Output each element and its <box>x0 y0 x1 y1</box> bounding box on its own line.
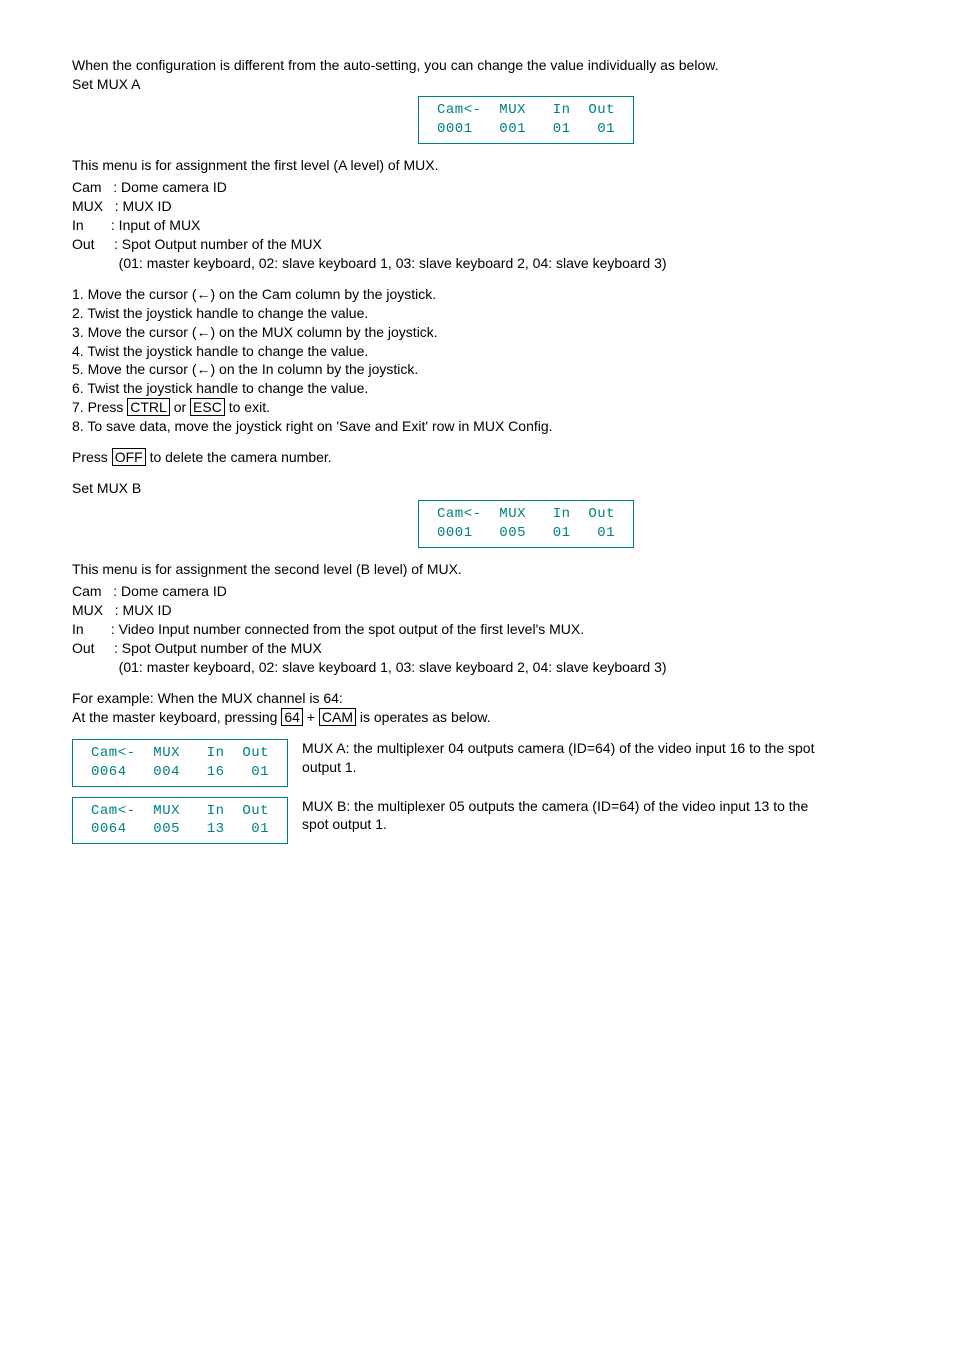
off-pre: Press <box>72 449 112 465</box>
def-b-mux: MUX : MUX ID <box>72 601 882 620</box>
set-mux-a-label: Set MUX A <box>72 75 882 94</box>
def-a-out-detail: (01: master keyboard, 02: slave keyboard… <box>72 254 882 273</box>
mux-a-header: Cam<- MUX In Out <box>437 102 615 118</box>
step-6: 6. Twist the joystick handle to change t… <box>72 379 882 398</box>
def-a-out: Out : Spot Output number of the MUX <box>72 235 882 254</box>
example-a-header: Cam<- MUX In Out <box>91 745 269 761</box>
definitions-a: Cam : Dome camera ID MUX : MUX ID In : I… <box>72 178 882 272</box>
example-line-pre: At the master keyboard, pressing <box>72 709 281 725</box>
esc-key: ESC <box>190 398 225 416</box>
off-instruction: Press OFF to delete the camera number. <box>72 448 882 467</box>
example-b-header: Cam<- MUX In Out <box>91 803 269 819</box>
example-line: At the master keyboard, pressing 64 + CA… <box>72 708 882 727</box>
step-8: 8. To save data, move the joystick right… <box>72 417 882 436</box>
cam-key: CAM <box>319 708 356 726</box>
ctrl-key: CTRL <box>127 398 170 416</box>
step-7-pre: 7. Press <box>72 399 127 415</box>
mux-a-display: Cam<- MUX In Out 0001 001 01 01 <box>418 96 634 144</box>
off-key: OFF <box>112 448 146 466</box>
step-4: 4. Twist the joystick handle to change t… <box>72 342 882 361</box>
step-7: 7. Press CTRL or ESC to exit. <box>72 398 882 417</box>
step-7-mid: or <box>170 399 190 415</box>
mux-b-display: Cam<- MUX In Out 0001 005 01 01 <box>418 500 634 548</box>
example-b-row: Cam<- MUX In Out 0064 005 13 01 MUX B: t… <box>72 797 882 845</box>
example-b-text: MUX B: the multiplexer 05 outputs the ca… <box>302 797 822 835</box>
def-b-in: In : Video Input number connected from t… <box>72 620 882 639</box>
mux-b-values: 0001 005 01 01 <box>437 525 615 541</box>
example-b-values: 0064 005 13 01 <box>91 821 269 837</box>
example-intro: For example: When the MUX channel is 64: <box>72 689 882 708</box>
def-b-out: Out : Spot Output number of the MUX <box>72 639 882 658</box>
step-3: 3. Move the cursor (←) on the MUX column… <box>72 323 882 342</box>
set-mux-b-label: Set MUX B <box>72 479 882 498</box>
intro-text: When the configuration is different from… <box>72 56 882 75</box>
example-a-values: 0064 004 16 01 <box>91 764 269 780</box>
mux-b-header: Cam<- MUX In Out <box>437 506 615 522</box>
example-a-row: Cam<- MUX In Out 0064 004 16 01 MUX A: t… <box>72 739 882 787</box>
off-post: to delete the camera number. <box>146 449 332 465</box>
example-plus: + <box>303 709 319 725</box>
def-a-mux: MUX : MUX ID <box>72 197 882 216</box>
mux-a-values: 0001 001 01 01 <box>437 121 615 137</box>
step-2: 2. Twist the joystick handle to change t… <box>72 304 882 323</box>
example-b-display: Cam<- MUX In Out 0064 005 13 01 <box>72 797 288 845</box>
menu-b-intro: This menu is for assignment the second l… <box>72 560 882 579</box>
sixty-four-key: 64 <box>281 708 303 726</box>
step-7-post: to exit. <box>225 399 270 415</box>
def-a-in: In : Input of MUX <box>72 216 882 235</box>
step-1: 1. Move the cursor (←) on the Cam column… <box>72 285 882 304</box>
step-5: 5. Move the cursor (←) on the In column … <box>72 360 882 379</box>
def-b-cam: Cam : Dome camera ID <box>72 582 882 601</box>
def-a-cam: Cam : Dome camera ID <box>72 178 882 197</box>
example-a-text: MUX A: the multiplexer 04 outputs camera… <box>302 739 822 777</box>
menu-a-intro: This menu is for assignment the first le… <box>72 156 882 175</box>
steps-list: 1. Move the cursor (←) on the Cam column… <box>72 285 882 436</box>
definitions-b: Cam : Dome camera ID MUX : MUX ID In : V… <box>72 582 882 676</box>
example-a-display: Cam<- MUX In Out 0064 004 16 01 <box>72 739 288 787</box>
example-line-post: is operates as below. <box>356 709 491 725</box>
def-b-out-detail: (01: master keyboard, 02: slave keyboard… <box>72 658 882 677</box>
